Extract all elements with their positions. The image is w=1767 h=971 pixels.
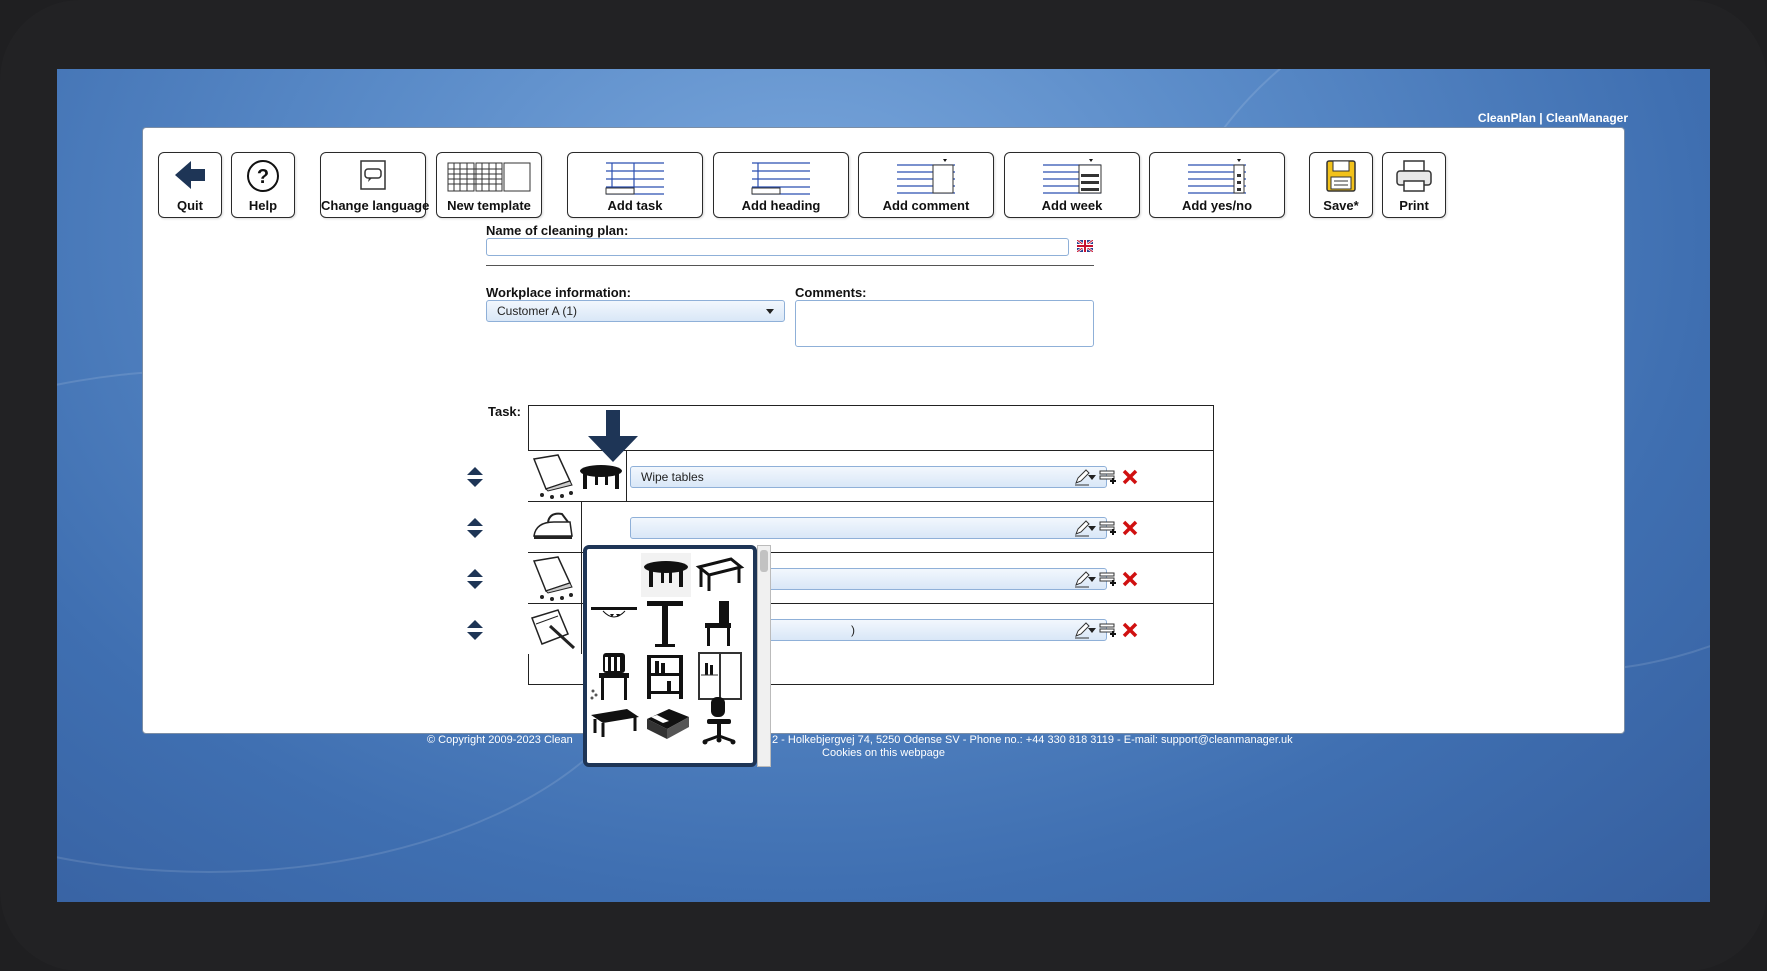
- move-up-down-icon[interactable]: [466, 517, 484, 539]
- tall-table-icon[interactable]: [643, 599, 687, 649]
- help-label: Help: [248, 198, 278, 213]
- editor-panel: Quit ? Help Change language New template…: [142, 127, 1625, 734]
- help-button[interactable]: ? Help: [231, 152, 295, 218]
- table-add-comment-icon: [897, 159, 955, 194]
- device-bezel: CleanPlan | CleanManager Quit ? Help Cha…: [0, 0, 1767, 971]
- brand-link[interactable]: CleanPlan | CleanManager: [1478, 111, 1628, 125]
- table-add-task-icon: [605, 162, 664, 195]
- add-week-label: Add week: [1041, 198, 1103, 213]
- move-up-down-icon[interactable]: [466, 568, 484, 590]
- task-select-value: Wipe tables: [641, 470, 704, 484]
- speech-bubble-icon: [360, 160, 386, 190]
- sofa-icon[interactable]: [643, 701, 693, 745]
- desk-icon[interactable]: [695, 555, 745, 595]
- move-up-down-icon[interactable]: [466, 466, 484, 488]
- pencil-icon[interactable]: [1073, 621, 1091, 639]
- task-select[interactable]: [630, 517, 1107, 539]
- change-language-label: Change language: [321, 198, 430, 213]
- contact-text: 2 - Holkebjergvej 74, 5250 Odense SV - P…: [772, 734, 1293, 746]
- add-comment-label: Add comment: [882, 198, 970, 213]
- back-arrow-icon: [175, 161, 205, 189]
- add-task-button[interactable]: Add task: [567, 152, 703, 218]
- task-select[interactable]: Wipe tables: [630, 466, 1107, 488]
- add-yesno-button[interactable]: Add yes/no: [1149, 152, 1285, 218]
- divider: [486, 265, 1094, 266]
- cloth-icon[interactable]: [528, 451, 582, 501]
- task-select-value: ): [851, 623, 855, 637]
- new-template-label: New template: [447, 198, 531, 213]
- comments-label: Comments:: [795, 285, 867, 300]
- squeegee-icon[interactable]: [528, 604, 582, 654]
- save-button[interactable]: Save*: [1309, 152, 1373, 218]
- save-label: Save*: [1323, 198, 1359, 213]
- pencil-icon[interactable]: [1073, 570, 1091, 588]
- workplace-select[interactable]: Customer A (1): [486, 300, 785, 322]
- workplace-label: Workplace information:: [486, 285, 631, 300]
- delete-icon[interactable]: [1122, 571, 1138, 587]
- floppy-save-icon: [1326, 160, 1356, 192]
- plan-name-input[interactable]: [486, 238, 1069, 256]
- add-row-icon[interactable]: [1099, 520, 1119, 536]
- printer-icon: [1396, 160, 1432, 192]
- template-grid-icon: [447, 162, 531, 192]
- print-label: Print: [1399, 198, 1429, 213]
- round-table-icon[interactable]: [641, 553, 691, 597]
- cookies-link[interactable]: Cookies on this webpage: [57, 747, 1710, 759]
- svg-text:?: ?: [257, 166, 269, 188]
- shelf-icon[interactable]: [643, 651, 687, 703]
- new-template-button[interactable]: New template: [436, 152, 542, 218]
- chevron-down-icon: [766, 309, 774, 314]
- icon-picker-scrollbar[interactable]: [757, 545, 771, 767]
- quit-label: Quit: [177, 198, 203, 213]
- pencil-icon[interactable]: [1073, 519, 1091, 537]
- move-up-down-icon[interactable]: [466, 619, 484, 641]
- cloth-icon[interactable]: [528, 553, 582, 603]
- table-add-week-icon: [1043, 159, 1102, 194]
- add-week-button[interactable]: Add week: [1004, 152, 1140, 218]
- add-heading-button[interactable]: Add heading: [713, 152, 849, 218]
- chair-icon[interactable]: [699, 599, 739, 649]
- change-language-button[interactable]: Change language: [320, 152, 430, 218]
- bench-icon[interactable]: [589, 705, 641, 745]
- comments-textarea[interactable]: [795, 300, 1094, 347]
- add-row-icon[interactable]: [1099, 571, 1119, 587]
- print-button[interactable]: Print: [1382, 152, 1446, 218]
- copyright-text: © Copyright 2009-2023 Clean: [427, 734, 573, 746]
- pencil-icon[interactable]: [1073, 468, 1091, 486]
- add-comment-button[interactable]: Add comment: [858, 152, 994, 218]
- add-task-label: Add task: [607, 198, 663, 213]
- delete-icon[interactable]: [1122, 469, 1138, 485]
- add-row-icon[interactable]: [1099, 622, 1119, 638]
- add-row-icon[interactable]: [1099, 469, 1119, 485]
- half-table-icon[interactable]: [589, 605, 639, 635]
- quit-button[interactable]: Quit: [158, 152, 222, 218]
- name-label: Name of cleaning plan:: [486, 223, 629, 238]
- table-add-heading-icon: [751, 162, 810, 195]
- iron-icon[interactable]: [528, 502, 582, 552]
- help-icon: ?: [247, 160, 279, 192]
- blank-option[interactable]: [587, 549, 637, 599]
- office-chair-icon[interactable]: [697, 695, 741, 747]
- workplace-value: Customer A (1): [497, 304, 578, 318]
- task-label: Task:: [488, 404, 521, 419]
- add-heading-label: Add heading: [741, 198, 821, 213]
- delete-icon[interactable]: [1122, 520, 1138, 536]
- table-add-yesno-icon: [1188, 159, 1246, 194]
- wooden-chair-icon[interactable]: [589, 651, 639, 703]
- icon-picker-popup: [583, 545, 757, 767]
- scrollbar-thumb[interactable]: [760, 550, 768, 572]
- arrow-down-icon: [588, 410, 638, 462]
- add-yesno-label: Add yes/no: [1181, 198, 1253, 213]
- delete-icon[interactable]: [1122, 622, 1138, 638]
- uk-flag-icon[interactable]: [1077, 240, 1093, 252]
- screen: CleanPlan | CleanManager Quit ? Help Cha…: [57, 69, 1710, 902]
